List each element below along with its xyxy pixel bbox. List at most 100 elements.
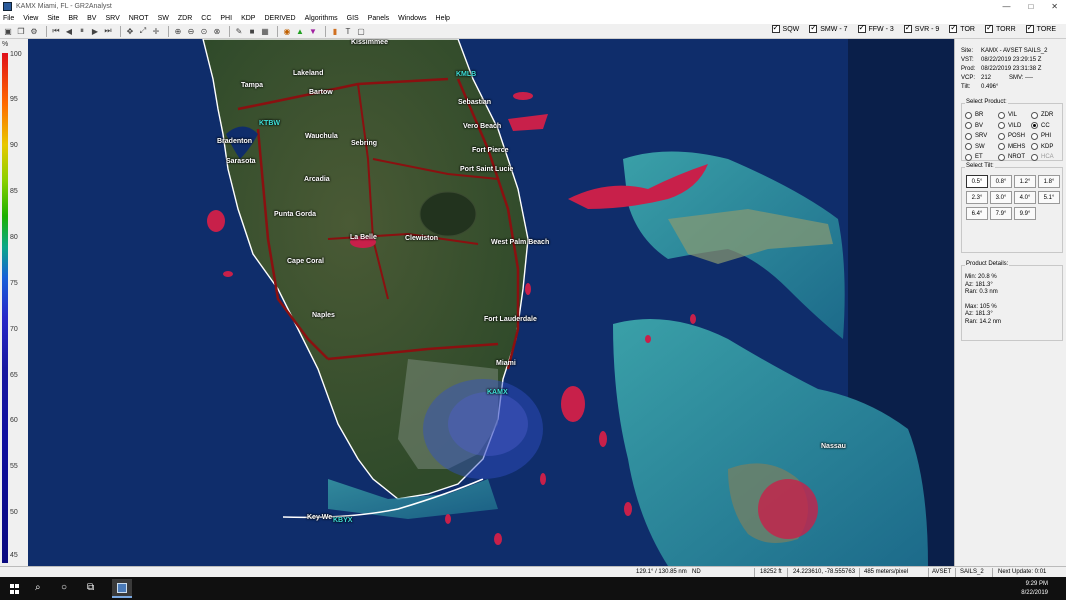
task-view-icon[interactable]: ⧉ [87,582,94,593]
menu-sw[interactable]: SW [158,15,169,22]
tilt-button[interactable]: 7.9° [990,207,1012,220]
maximize-button[interactable]: □ [1028,2,1033,11]
menu-file[interactable]: File [3,15,14,22]
radar-site-label[interactable]: KMLB [456,71,476,78]
product-radio-vil[interactable]: VIL [998,110,1031,121]
measure-icon[interactable]: ⤢ [138,26,148,36]
warning-toggle-smw[interactable]: SMW - 7 [809,23,848,33]
zoom-region-icon[interactable]: ⊗ [212,26,222,36]
last-frame-icon[interactable]: ⏭ [103,26,113,36]
menu-kdp[interactable]: KDP [241,15,255,22]
city-label: Lakeland [293,70,324,77]
radar-site-label[interactable]: KAMX [487,389,508,396]
frame-icon[interactable]: ▢ [356,26,366,36]
tilt-button[interactable]: 1.2° [1014,175,1036,188]
menu-bv[interactable]: BV [87,15,96,22]
checkbox[interactable] [1025,23,1034,33]
prev-frame-icon[interactable]: ◀ [64,26,74,36]
zoom-out-icon[interactable]: ⊖ [186,26,196,36]
product-radio-br[interactable]: BR [965,110,998,121]
tilt-button[interactable]: 0.8° [990,175,1012,188]
product-radio-mehs[interactable]: MEHS [998,142,1031,153]
checkbox[interactable] [903,23,912,33]
copy-icon[interactable]: ❐ [16,26,26,36]
product-radio-nrot[interactable]: NROT [998,152,1031,163]
cortana-icon[interactable]: ○ [61,582,67,593]
crosshair-icon[interactable]: ✛ [151,26,161,36]
warning-toggle-tore[interactable]: TORE [1025,23,1056,33]
system-clock[interactable]: 9:29 PM 8/22/2019 [1021,580,1048,598]
menu-algorithms[interactable]: Algorithms [305,15,338,22]
warning-toggle-svr[interactable]: SVR - 9 [903,23,939,33]
product-radio-srv[interactable]: SRV [965,131,998,142]
warning-toggle-ffw[interactable]: FFW - 3 [857,23,894,33]
city-label: Bartow [309,89,333,96]
tilt-button[interactable]: 3.0° [990,191,1012,204]
product-radio-kdp[interactable]: KDP [1031,142,1064,153]
search-icon[interactable]: ⌕ [35,582,41,593]
close-button[interactable]: ✕ [1051,2,1058,11]
menu-br[interactable]: BR [68,15,78,22]
city-label: Port Saint Lucie [460,166,514,173]
black-square-icon[interactable]: ■ [247,26,257,36]
product-radio-vild[interactable]: VILD [998,121,1031,132]
green-triangle-icon[interactable]: ▲ [295,26,305,36]
probe-icon[interactable]: ✎ [234,26,244,36]
checkbox[interactable] [984,23,993,33]
color-table-icon[interactable]: ▮ [330,26,340,36]
radar-site-label[interactable]: KBYX [333,517,352,524]
grid-icon[interactable]: ▦ [260,26,270,36]
menu-panels[interactable]: Panels [368,15,389,22]
status-scale: 485 meters/pixel [864,569,909,575]
warning-toggle-tor[interactable]: TOR [949,23,975,33]
menu-derived[interactable]: DERIVED [264,15,295,22]
pause-icon[interactable]: ⏸ [77,26,87,36]
tilt-button[interactable]: 1.8° [1038,175,1060,188]
tilt-button[interactable]: 5.1° [1038,191,1060,204]
product-radio-sw[interactable]: SW [965,142,998,153]
tilt-button[interactable]: 2.3° [966,191,988,204]
menu-view[interactable]: View [23,15,38,22]
menu-phi[interactable]: PHI [220,15,232,22]
text-tool-icon[interactable]: T [343,26,353,36]
tilt-button[interactable]: 6.4° [966,207,988,220]
taskbar-app-gr2analyst[interactable] [112,579,132,598]
checkbox[interactable] [857,23,866,33]
zoom-reset-icon[interactable]: ⊙ [199,26,209,36]
product-radio-zdr[interactable]: ZDR [1031,110,1064,121]
next-frame-icon[interactable]: ▶ [90,26,100,36]
tilt-button[interactable]: 9.9° [1014,207,1036,220]
menu-windows[interactable]: Windows [398,15,426,22]
first-frame-icon[interactable]: ⏮ [51,26,61,36]
product-radio-posh[interactable]: POSH [998,131,1031,142]
menu-site[interactable]: Site [47,15,59,22]
radar-site-label[interactable]: KTBW [259,120,280,127]
product-radio-phi[interactable]: PHI [1031,131,1064,142]
checkbox[interactable] [949,23,958,33]
product-radio-et[interactable]: ET [965,152,998,163]
open-icon[interactable]: ▣ [3,26,13,36]
menu-gis[interactable]: GIS [347,15,359,22]
menu-nrot[interactable]: NROT [129,15,149,22]
settings-icon[interactable]: ⚙ [29,26,39,36]
checkbox[interactable] [809,23,818,33]
warning-toggle-torr[interactable]: TORR [984,23,1016,33]
max-azimuth: 181.3° [975,311,993,317]
purple-triangle-icon[interactable]: ▼ [308,26,318,36]
tilt-button[interactable]: 0.5° [966,175,988,188]
zoom-in-icon[interactable]: ⊕ [173,26,183,36]
minimize-button[interactable]: — [1002,2,1010,11]
windows-start-icon[interactable] [10,584,20,594]
layers-icon[interactable]: ◉ [282,26,292,36]
menu-cc[interactable]: CC [201,15,211,22]
warning-toggle-sqw[interactable]: SQW [771,23,799,33]
tilt-button[interactable]: 4.0° [1014,191,1036,204]
menu-srv[interactable]: SRV [105,15,119,22]
pan-icon[interactable]: ✥ [125,26,135,36]
menu-help[interactable]: Help [436,15,450,22]
radar-map[interactable]: Kissimmee Lakeland Tampa KMLB Bartow Seb… [28,39,954,566]
product-radio-bv[interactable]: BV [965,121,998,132]
product-radio-cc[interactable]: CC [1031,121,1064,132]
checkbox[interactable] [771,23,780,33]
menu-zdr[interactable]: ZDR [178,15,192,22]
